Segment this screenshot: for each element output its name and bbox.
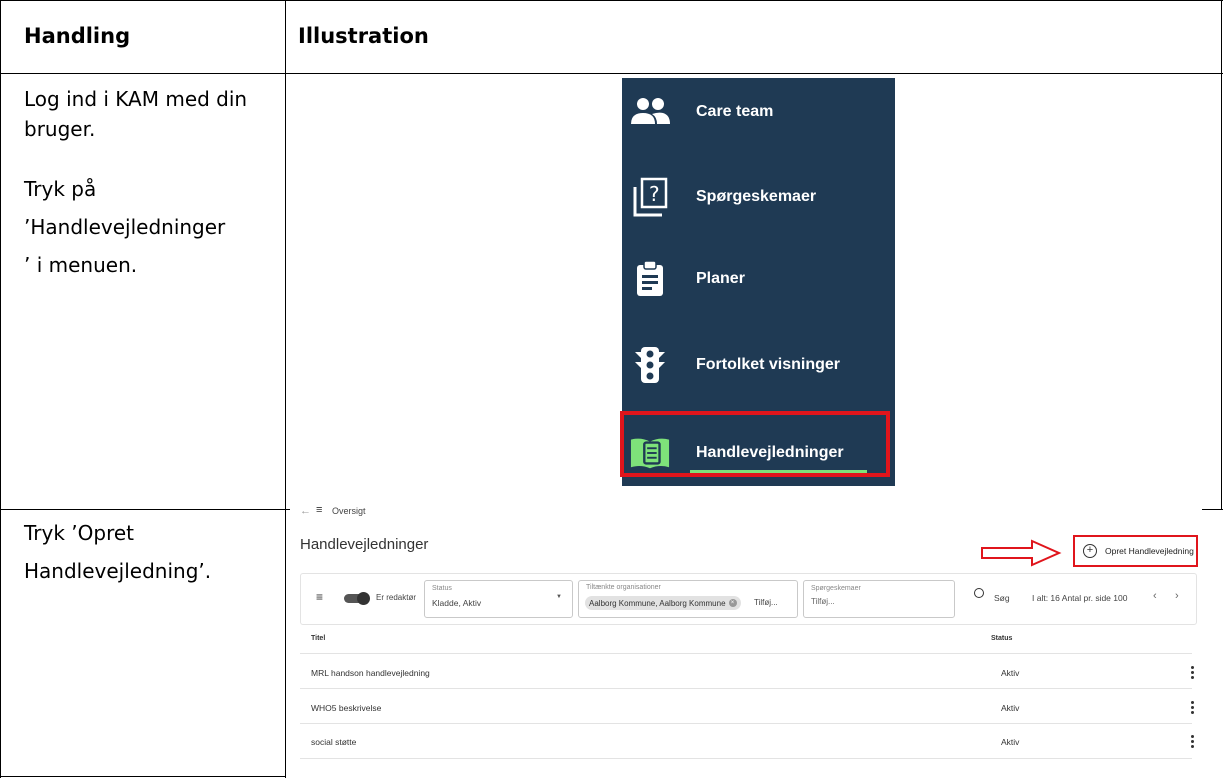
add-circle-icon: + bbox=[1083, 544, 1097, 558]
menu-label-care-team: Care team bbox=[696, 103, 774, 120]
step-create-text: Tryk ’Opret Handlevejledning’. bbox=[24, 518, 279, 586]
header-action: Handling bbox=[24, 24, 131, 48]
traffic-light-icon bbox=[630, 345, 670, 385]
menu-item-interpreted-views[interactable]: Fortolket visninger bbox=[622, 335, 895, 395]
more-options-icon[interactable] bbox=[1191, 735, 1194, 750]
step-login-text: Log ind i KAM med din bruger. bbox=[24, 84, 274, 144]
prev-page-icon[interactable]: ‹ bbox=[1153, 590, 1157, 602]
step-menu-line3: ’ i menuen. bbox=[24, 253, 138, 277]
status-select[interactable]: Status Kladde, Aktiv ▼ bbox=[424, 580, 573, 618]
row-title: social støtte bbox=[311, 737, 357, 747]
questionnaires-placeholder: Tilføj... bbox=[811, 597, 835, 606]
create-guide-label: Opret Handlevejledning bbox=[1105, 546, 1194, 556]
menu-label-questionnaires: Spørgeskemaer bbox=[696, 188, 817, 205]
breadcrumb[interactable]: Oversigt bbox=[332, 506, 366, 516]
column-divider bbox=[285, 0, 286, 778]
menu-label-interpreted-views: Fortolket visninger bbox=[696, 356, 841, 373]
menu-label-plans: Planer bbox=[696, 270, 745, 287]
menu-item-plans[interactable]: Planer bbox=[622, 249, 895, 309]
row-status: Aktiv bbox=[1001, 668, 1020, 678]
questionnaire-icon: ? bbox=[630, 177, 670, 217]
organisation-chip-label: Aalborg Kommune, Aalborg Kommune bbox=[589, 598, 726, 608]
step-menu-text: Tryk på ’Handlevejledninger ’ i menuen. bbox=[24, 174, 279, 280]
questionnaires-field[interactable]: Spørgeskemaer Tilføj... bbox=[803, 580, 955, 618]
questionnaires-label: Spørgeskemaer bbox=[811, 585, 861, 592]
table-border-left bbox=[0, 0, 1, 778]
search-icon[interactable] bbox=[974, 588, 984, 598]
arrow-right-icon bbox=[981, 539, 1062, 567]
table-row[interactable]: social støtte Aktiv bbox=[300, 724, 1194, 758]
menu-item-questionnaires[interactable]: ? Spørgeskemaer bbox=[622, 167, 895, 227]
search-label[interactable]: Søg bbox=[994, 593, 1010, 603]
clipboard-icon bbox=[630, 259, 670, 299]
pagination-info: I alt: 16 Antal pr. side 100 bbox=[1032, 593, 1128, 603]
editor-toggle[interactable] bbox=[344, 592, 370, 605]
column-header-title: Titel bbox=[311, 635, 326, 642]
organisations-field[interactable]: Tiltænkte organisationer Aalborg Kommune… bbox=[578, 580, 798, 618]
organisations-add: Tilføj... bbox=[754, 598, 778, 607]
more-options-icon[interactable] bbox=[1191, 701, 1194, 716]
people-icon bbox=[630, 92, 670, 132]
table-border-bottom bbox=[0, 776, 286, 777]
table-border-right bbox=[1221, 0, 1222, 510]
filter-icon[interactable]: ≡ bbox=[316, 590, 323, 604]
step-login: Log ind i KAM med din bruger. bbox=[24, 87, 248, 141]
row-status: Aktiv bbox=[1001, 703, 1020, 713]
column-header-status: Status bbox=[991, 635, 1013, 642]
status-label: Status bbox=[432, 585, 452, 592]
row-title: MRL handson handlevejledning bbox=[311, 668, 430, 678]
organisations-label: Tiltænkte organisationer bbox=[586, 584, 661, 591]
editor-toggle-label: Er redaktør bbox=[376, 593, 417, 602]
app-screenshot: ← ≡ Oversigt Handlevejledninger + Opret … bbox=[290, 504, 1202, 767]
row-title: WHO5 beskrivelse bbox=[311, 703, 382, 713]
page-title: Handlevejledninger bbox=[300, 536, 429, 553]
filter-bar: ≡ Er redaktør Status Kladde, Aktiv ▼ Til… bbox=[300, 573, 1197, 625]
highlight-box bbox=[620, 411, 890, 477]
back-arrow-icon[interactable]: ← bbox=[300, 505, 311, 517]
step-menu-line2: ’Handlevejledninger bbox=[24, 215, 226, 239]
step-create-line1: Tryk ’Opret bbox=[24, 521, 134, 545]
row-divider-header bbox=[0, 73, 1223, 74]
dropdown-arrow-icon: ▼ bbox=[556, 594, 562, 600]
step-menu-line1: Tryk på bbox=[24, 177, 97, 201]
table-row[interactable]: MRL handson handlevejledning Aktiv bbox=[300, 654, 1194, 688]
chip-remove-icon[interactable]: × bbox=[728, 599, 737, 607]
table-border-top bbox=[0, 0, 1223, 1]
table-row[interactable]: WHO5 beskrivelse Aktiv bbox=[300, 689, 1194, 723]
document-page: Handling Illustration Log ind i KAM med … bbox=[0, 0, 1223, 778]
more-options-icon[interactable] bbox=[1191, 666, 1194, 681]
create-guide-button[interactable]: + Opret Handlevejledning bbox=[1073, 535, 1198, 567]
status-value: Kladde, Aktiv bbox=[432, 598, 482, 608]
list-icon: ≡ bbox=[316, 504, 323, 516]
row-status: Aktiv bbox=[1001, 737, 1020, 747]
step-create-line2: Handlevejledning’. bbox=[24, 559, 212, 583]
toggle-knob bbox=[357, 592, 370, 605]
organisation-chip: Aalborg Kommune, Aalborg Kommune × bbox=[585, 596, 741, 610]
row-divider bbox=[300, 758, 1192, 759]
header-illustration: Illustration bbox=[298, 24, 429, 48]
svg-text:?: ? bbox=[649, 182, 660, 206]
menu-item-care-team[interactable]: Care team bbox=[622, 82, 895, 142]
next-page-icon[interactable]: › bbox=[1175, 590, 1179, 602]
